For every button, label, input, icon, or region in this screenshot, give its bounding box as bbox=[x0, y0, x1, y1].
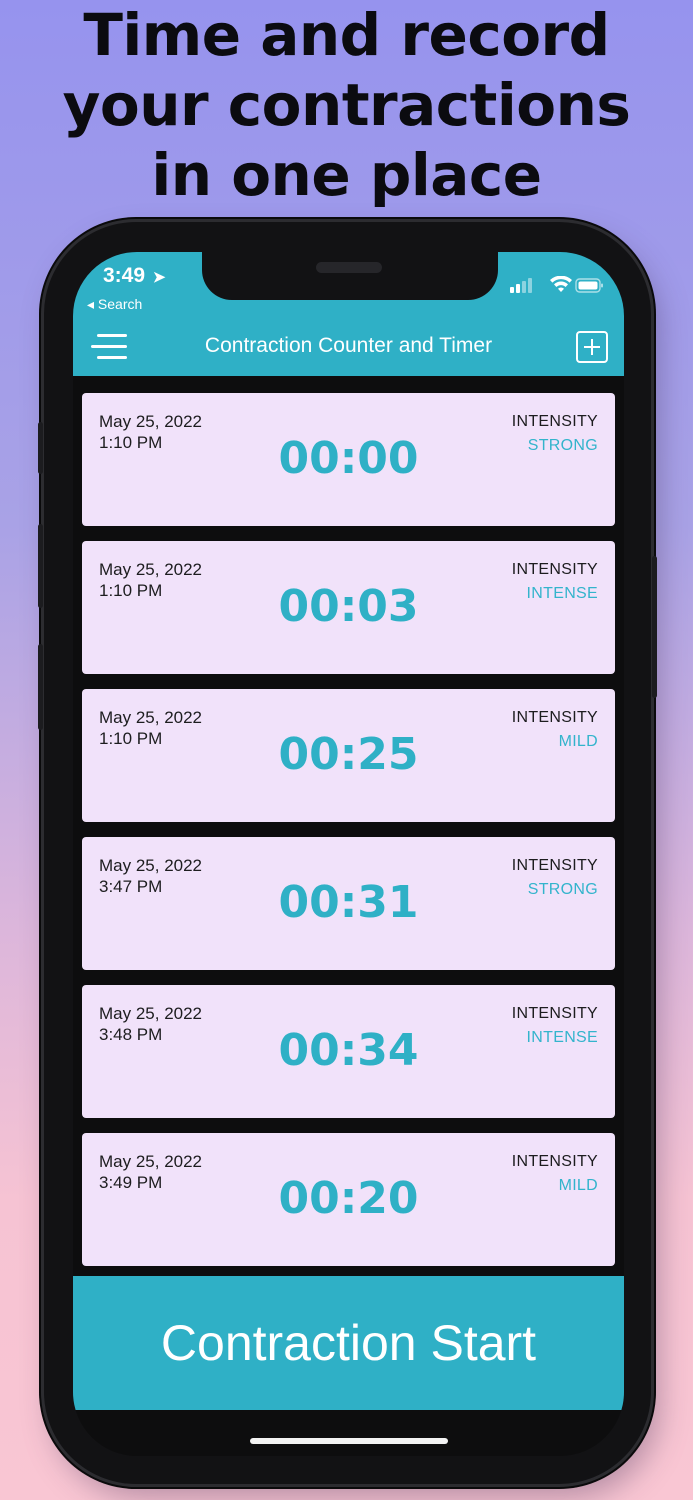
notch bbox=[202, 252, 498, 300]
contraction-duration: 00:20 bbox=[278, 1173, 419, 1224]
contraction-date: May 25, 2022 bbox=[99, 708, 203, 727]
headline: Time and record your contractions in one… bbox=[0, 0, 693, 210]
status-time: 3:49 ➤ bbox=[103, 264, 165, 288]
contraction-duration: 00:34 bbox=[278, 1025, 419, 1076]
wifi-icon bbox=[550, 275, 572, 292]
signal-icon bbox=[510, 278, 532, 293]
location-arrow-icon: ➤ bbox=[152, 269, 166, 286]
back-to-search-link[interactable]: ◂ Search bbox=[87, 296, 142, 313]
contraction-duration: 00:25 bbox=[278, 729, 419, 780]
contraction-card[interactable]: May 25, 2022 1:10 PM INTENSITY MILD 00:2… bbox=[82, 689, 615, 822]
volume-up-button bbox=[38, 524, 43, 608]
intensity-label: INTENSITY bbox=[511, 1153, 598, 1170]
speaker-grille bbox=[316, 262, 382, 273]
headline-line-1: Time and record bbox=[83, 1, 610, 69]
contraction-card[interactable]: May 25, 2022 1:10 PM INTENSITY INTENSE 0… bbox=[82, 541, 615, 674]
intensity-label: INTENSITY bbox=[511, 857, 598, 874]
power-button bbox=[652, 556, 657, 698]
contraction-date: May 25, 2022 bbox=[99, 560, 203, 579]
headline-line-3: in one place bbox=[151, 141, 542, 209]
intensity-label: INTENSITY bbox=[511, 709, 598, 726]
phone-frame: 3:49 ➤ ◂ Search Contraction Counter and … bbox=[38, 222, 657, 1484]
contraction-duration: 00:03 bbox=[278, 581, 419, 632]
contraction-duration: 00:31 bbox=[278, 877, 419, 928]
app-bar-title: Contraction Counter and Timer bbox=[204, 334, 493, 357]
contraction-date: May 25, 2022 bbox=[99, 1004, 203, 1023]
contraction-date: May 25, 2022 bbox=[99, 856, 203, 875]
status-time-text: 3:49 bbox=[103, 264, 146, 287]
battery-icon bbox=[575, 278, 603, 293]
contraction-card[interactable]: May 25, 2022 3:48 PM INTENSITY INTENSE 0… bbox=[82, 985, 615, 1118]
phone-screen: 3:49 ➤ ◂ Search Contraction Counter and … bbox=[73, 252, 624, 1456]
contraction-date: May 25, 2022 bbox=[99, 1152, 203, 1171]
intensity-label: INTENSITY bbox=[511, 1005, 598, 1022]
volume-down-button bbox=[38, 644, 43, 730]
contraction-start-button[interactable]: Contraction Start bbox=[73, 1276, 624, 1410]
contraction-card[interactable]: May 25, 2022 3:47 PM INTENSITY STRONG 00… bbox=[82, 837, 615, 970]
home-indicator[interactable] bbox=[250, 1438, 448, 1444]
contraction-date: May 25, 2022 bbox=[99, 412, 203, 431]
intensity-label: INTENSITY bbox=[511, 413, 598, 430]
contraction-card[interactable]: May 25, 2022 1:10 PM INTENSITY STRONG 00… bbox=[82, 393, 615, 526]
contraction-card[interactable]: May 25, 2022 3:49 PM INTENSITY MILD 00:2… bbox=[82, 1133, 615, 1266]
add-icon[interactable] bbox=[576, 331, 608, 363]
intensity-label: INTENSITY bbox=[511, 561, 598, 578]
mute-switch bbox=[38, 422, 43, 474]
contraction-duration: 00:00 bbox=[278, 433, 419, 484]
headline-line-2: your contractions bbox=[62, 71, 631, 139]
contraction-list: May 25, 2022 1:10 PM INTENSITY STRONG 00… bbox=[82, 393, 615, 1281]
status-icons bbox=[508, 275, 604, 300]
